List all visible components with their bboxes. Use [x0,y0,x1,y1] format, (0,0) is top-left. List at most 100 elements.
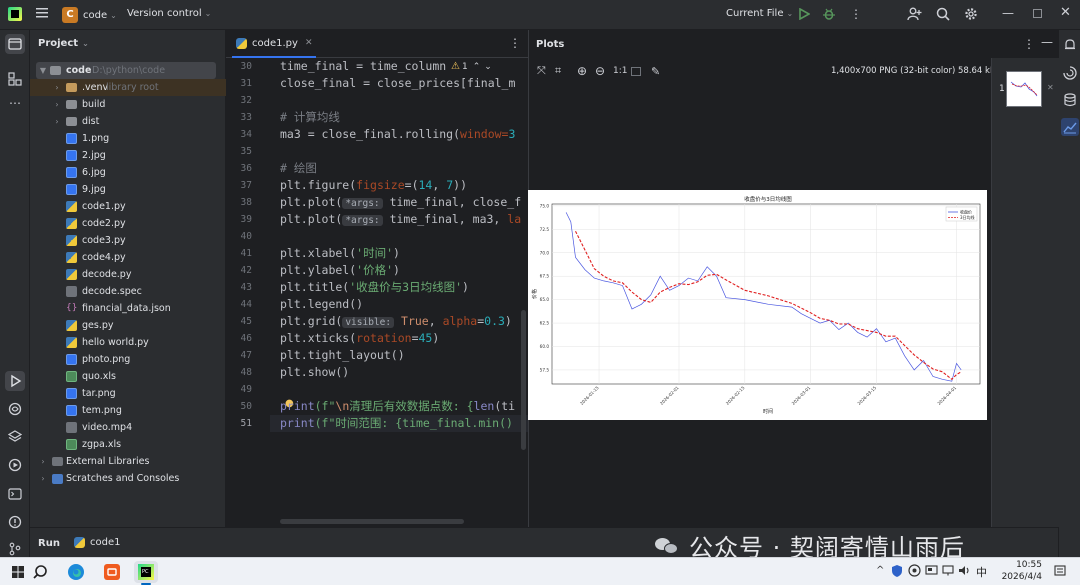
plots-options-icon[interactable]: ⋮ [1023,37,1035,51]
pycharm-taskbar-icon[interactable]: PC [134,561,158,583]
tree-item-root[interactable]: ▼ code D:\python\code [36,62,216,79]
run-icon[interactable] [798,7,811,23]
network-icon[interactable] [942,565,954,579]
code-line: # 绘图 [280,160,317,177]
database-icon[interactable] [1063,93,1077,110]
close-window-button[interactable]: ✕ [1060,5,1071,20]
project-panel-header[interactable]: Project ⌄ [38,38,89,49]
horizontal-scrollbar[interactable] [280,519,464,524]
inlay-hint: *args: [342,198,383,209]
zoom-out-icon[interactable]: ⊖ [595,64,613,78]
more-actions-icon[interactable]: ⋮ [850,7,862,21]
image-file-icon [66,133,77,144]
tree-item-file[interactable]: decode.py [30,266,226,283]
actual-size-button[interactable]: 1:1 [613,66,631,76]
project-tree: ▼ code D:\python\code › .venv library ro… [30,62,226,522]
tree-item-file[interactable]: 9.jpg [30,181,226,198]
close-thumbnail-icon[interactable]: ✕ [1047,83,1054,92]
chevron-up-icon[interactable]: ⌃ [473,62,481,72]
structure-tool-icon[interactable] [8,72,22,89]
run-config-selector[interactable]: Current File ⌄ [726,8,793,19]
inspection-widget[interactable]: ⚠ 1 ⌃ ⌄ [448,60,495,73]
problems-icon[interactable] [8,515,22,532]
close-tab-icon[interactable]: ✕ [305,38,313,48]
tree-item-file[interactable]: photo.png [30,351,226,368]
tree-item-file[interactable]: decode.spec [30,283,226,300]
notifications-bell-icon[interactable] [1063,38,1077,55]
code-comment: # 绘图 [280,161,317,175]
tree-item-file[interactable]: 1.png [30,130,226,147]
layers-icon[interactable] [7,430,23,447]
tree-item-file[interactable]: video.mp4 [30,419,226,436]
tree-item-file[interactable]: zgpa.xls [30,436,226,453]
grid-icon[interactable]: ⌗ [555,64,577,78]
tree-item-build[interactable]: › build [30,96,226,113]
tab-options-icon[interactable]: ⋮ [509,36,521,50]
edge-browser-icon[interactable] [64,561,88,583]
services-icon[interactable] [8,458,22,475]
tray-display-icon[interactable] [925,565,938,579]
chevron-down-icon[interactable]: ⌄ [484,62,492,72]
project-tool-icon[interactable] [5,34,25,54]
code-line: print(f"时间范围: {time_final.min() [280,415,513,432]
code-token: time_final = time_column[f [280,59,461,73]
tree-item-file[interactable]: hello world.py [30,334,226,351]
app-icon-orange[interactable] [100,561,124,583]
terminal-icon[interactable] [8,487,22,504]
tree-item-file[interactable]: tar.png [30,385,226,402]
legend-label: 收盘价 [960,209,972,215]
tray-defender-icon[interactable] [891,564,903,581]
clock[interactable]: 10:55 2026/4/4 [994,560,1042,583]
editor-tab-code1[interactable]: code1.py ✕ [232,30,317,58]
tree-item-file[interactable]: code1.py [30,198,226,215]
tree-item-file[interactable]: tem.png [30,402,226,419]
debug-icon[interactable] [822,7,836,24]
run-tab-code1[interactable]: code1 [74,537,120,548]
tray-chevron-up-icon[interactable]: ^ [876,565,884,576]
zoom-in-icon[interactable]: ⊕ [577,64,595,78]
settings-gear-icon[interactable] [964,7,978,24]
plot-thumbnail[interactable] [1006,71,1042,107]
minimize-button[interactable]: — [1002,6,1014,20]
windows-start-icon[interactable] [6,561,30,583]
project-widget[interactable]: C code ⌄ [62,6,117,24]
more-tools-icon[interactable]: ⋯ [9,96,21,110]
ai-assistant-icon[interactable] [1063,66,1077,83]
volume-icon[interactable] [958,564,971,580]
tray-app-icon[interactable] [908,564,921,580]
tree-item-file[interactable]: quo.xls [30,368,226,385]
input-method-indicator[interactable]: 中 [976,564,987,580]
run-config-label: Current File [726,8,784,19]
tree-item-file[interactable]: ges.py [30,317,226,334]
code-token: ) [393,246,400,260]
tree-item-file[interactable]: {} financial_data.json [30,300,226,317]
tree-item-file[interactable]: code3.py [30,232,226,249]
main-menu-icon[interactable] [34,7,50,21]
add-user-icon[interactable] [907,7,922,24]
tree-item-scratches[interactable]: › Scratches and Consoles [30,470,226,487]
vertical-scrollbar[interactable] [521,310,526,450]
hide-panel-icon[interactable]: — [1041,35,1053,49]
tree-item-file[interactable]: code4.py [30,249,226,266]
tree-item-venv[interactable]: › .venv library root [30,79,226,96]
warning-icon: ⚠ [451,61,460,72]
tree-item-file[interactable]: 2.jpg [30,147,226,164]
code-area[interactable]: time_final = time_column[f ⚠ 1 ⌃ ⌄ close… [226,58,528,518]
plots-tool-icon[interactable] [1061,118,1079,136]
notification-center-icon[interactable] [1054,565,1066,580]
tree-item-file[interactable]: code2.py [30,215,226,232]
python-packages-icon[interactable] [8,402,22,419]
code-token: plt.tight_layout() [280,348,405,362]
background-toggle-icon[interactable] [631,66,641,76]
color-picker-icon[interactable]: ✎ [651,65,660,78]
run-tool-icon[interactable] [5,371,25,391]
fit-to-screen-icon[interactable]: ⤧ [537,64,555,78]
tree-item-external-libraries[interactable]: › External Libraries [30,453,226,470]
tree-item-label: decode.py [82,269,132,280]
tree-item-file[interactable]: 6.jpg [30,164,226,181]
vcs-widget[interactable]: Version control ⌄ [127,8,211,19]
taskbar-search-icon[interactable] [30,561,54,583]
search-icon[interactable] [936,7,950,24]
tree-item-dist[interactable]: › dist [30,113,226,130]
maximize-button[interactable] [1033,9,1042,18]
